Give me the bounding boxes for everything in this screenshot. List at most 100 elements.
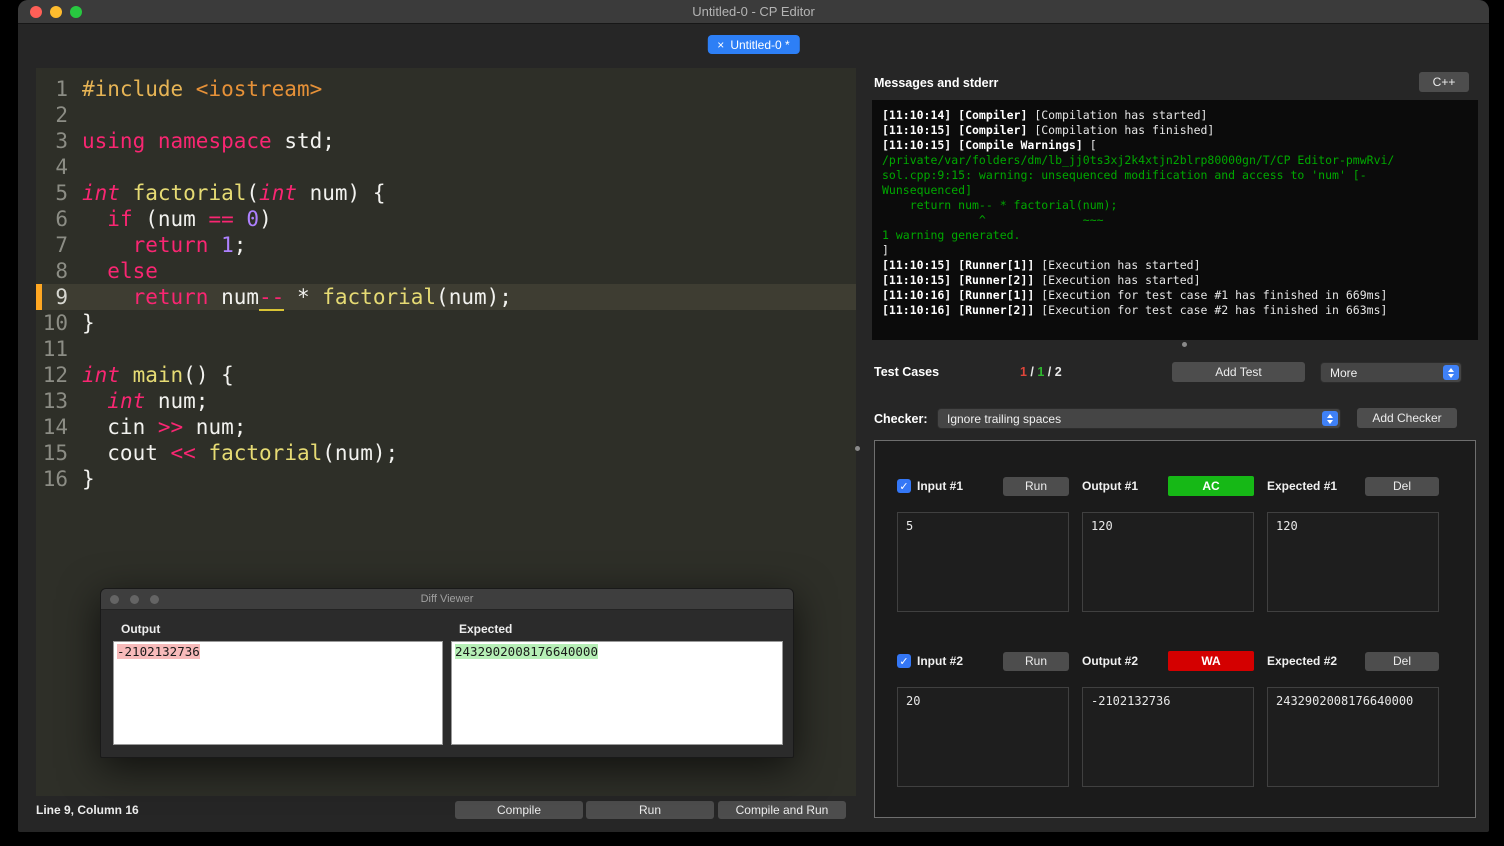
- test-case-2: ✓ Input #2 Run Output #2 WA Expected #2 …: [897, 651, 1440, 787]
- code-line[interactable]: 11: [36, 336, 856, 362]
- line-number: 16: [42, 467, 68, 491]
- code-line[interactable]: 5 int factorial(int num) {: [36, 180, 856, 206]
- expected-1-textarea[interactable]: 120: [1267, 512, 1439, 612]
- expected-2-textarea[interactable]: 2432902008176640000: [1267, 687, 1439, 787]
- compile-and-run-button[interactable]: Compile and Run: [718, 801, 846, 819]
- more-dropdown[interactable]: More: [1320, 362, 1462, 383]
- add-test-button[interactable]: Add Test: [1172, 362, 1305, 382]
- output-1-textarea[interactable]: 120: [1082, 512, 1254, 612]
- messages-header: Messages and stderr: [874, 76, 999, 90]
- diff-viewer-title: Diff Viewer: [420, 593, 474, 605]
- more-dropdown-label: More: [1330, 365, 1358, 380]
- console-line: [11:10:15] [Runner[2]] [Execution has st…: [882, 273, 1201, 287]
- zoom-window-button[interactable]: [70, 6, 82, 18]
- code-area[interactable]: 1 #include <iostream> 2 3 using namespace st…: [36, 68, 856, 492]
- delete-test-2-button[interactable]: Del: [1365, 651, 1439, 671]
- console-line: ^ ~~~: [882, 213, 1104, 227]
- console-output[interactable]: [11:10:14] [Compiler] [Compilation has s…: [872, 100, 1478, 340]
- output-2-label: Output #2: [1082, 654, 1138, 668]
- code-line[interactable]: 14 cin >> num;: [36, 414, 856, 440]
- line-number: 3: [55, 129, 68, 153]
- screen: Untitled-0 - CP Editor × Untitled-0 * 1 #…: [0, 0, 1504, 846]
- code-text: }: [82, 311, 95, 335]
- vertical-splitter-handle[interactable]: [855, 446, 860, 451]
- code-text: #include <iostream>: [82, 77, 323, 101]
- code-text: cout << factorial(num);: [82, 441, 399, 465]
- code-line[interactable]: 9 return num-- * factorial(num);: [36, 284, 856, 311]
- expected-1-label: Expected #1: [1267, 479, 1338, 493]
- title-bar: Untitled-0 - CP Editor: [18, 0, 1489, 24]
- code-line[interactable]: 4: [36, 154, 856, 180]
- run-button[interactable]: Run: [586, 801, 714, 819]
- code-line[interactable]: 12 int main() {: [36, 362, 856, 388]
- diff-close-button[interactable]: [110, 595, 119, 604]
- console-line: [11:10:15] [Compiler] [Compilation has f…: [882, 123, 1215, 137]
- add-checker-button[interactable]: Add Checker: [1357, 408, 1457, 428]
- input-2-label: Input #2: [917, 654, 964, 668]
- code-line[interactable]: 16}: [36, 466, 856, 492]
- input-2-textarea[interactable]: 20: [897, 687, 1069, 787]
- tab-close-icon[interactable]: ×: [717, 39, 724, 51]
- code-line[interactable]: 8 else: [36, 258, 856, 284]
- code-line[interactable]: 7 return 1;: [36, 232, 856, 258]
- run-test-1-button[interactable]: Run: [1003, 476, 1069, 496]
- line-number: 14: [42, 415, 68, 439]
- input-1-checkbox[interactable]: ✓: [897, 479, 911, 493]
- diff-output-label: Output: [121, 622, 161, 636]
- diff-zoom-button[interactable]: [150, 595, 159, 604]
- console-line: ]: [882, 243, 889, 257]
- test-case-1: ✓ Input #1 Run Output #1 AC Expected #1 …: [897, 476, 1440, 612]
- code-text: int main() {: [82, 363, 234, 387]
- diff-viewer-traffic-lights: [110, 595, 159, 604]
- console-line: /private/var/folders/dm/lb_jj0ts3xj2k4xt…: [882, 153, 1395, 167]
- console-line: 1 warning generated.: [882, 228, 1021, 242]
- console-line: return num-- * factorial(num);: [882, 198, 1118, 212]
- code-text: if (num == 0): [107, 207, 272, 231]
- output-1-label: Output #1: [1082, 479, 1138, 493]
- code-line[interactable]: 10}: [36, 310, 856, 336]
- checker-label: Checker:: [874, 412, 928, 426]
- code-line[interactable]: 1 #include <iostream>: [36, 76, 856, 102]
- close-window-button[interactable]: [30, 6, 42, 18]
- test-cases-toolbar: Test Cases 1 / 1 / 2 Add Test More: [872, 362, 1478, 384]
- delete-test-1-button[interactable]: Del: [1365, 476, 1439, 496]
- code-line[interactable]: 3 using namespace std;: [36, 128, 856, 154]
- language-button[interactable]: C++: [1419, 72, 1469, 92]
- line-number: 15: [42, 441, 68, 465]
- console-line: [11:10:16] [Runner[2]] [Execution for te…: [882, 303, 1388, 317]
- tab-label: Untitled-0 *: [730, 37, 790, 52]
- line-number: 1: [55, 77, 68, 101]
- dropdown-arrows-icon: [1443, 365, 1459, 380]
- input-1-label: Input #1: [917, 479, 964, 493]
- test-cases-title: Test Cases: [874, 365, 940, 379]
- diff-viewer-window[interactable]: Diff Viewer Output Expected -2102132736 …: [100, 588, 794, 758]
- diff-expected-value: 2432902008176640000: [455, 644, 598, 659]
- verdict-1-badge: AC: [1168, 476, 1254, 496]
- code-line[interactable]: 6 if (num == 0): [36, 206, 856, 232]
- code-text: cin >> num;: [82, 415, 247, 439]
- diff-minimize-button[interactable]: [130, 595, 139, 604]
- minimize-window-button[interactable]: [50, 6, 62, 18]
- line-number: 12: [42, 363, 68, 387]
- input-2-checkbox[interactable]: ✓: [897, 654, 911, 668]
- diff-expected-label: Expected: [459, 622, 513, 636]
- run-test-2-button[interactable]: Run: [1003, 651, 1069, 671]
- diff-viewer-titlebar[interactable]: Diff Viewer: [101, 589, 793, 610]
- code-text: int num;: [107, 389, 209, 413]
- console-line: [11:10:14] [Compiler] [Compilation has s…: [882, 108, 1208, 122]
- traffic-lights: [30, 6, 82, 18]
- code-line[interactable]: 13 int num;: [36, 388, 856, 414]
- verdict-2-badge: WA: [1168, 651, 1254, 671]
- code-line[interactable]: 15 cout << factorial(num);: [36, 440, 856, 466]
- input-1-textarea[interactable]: 5: [897, 512, 1069, 612]
- horizontal-splitter-handle[interactable]: [1182, 342, 1187, 347]
- code-line[interactable]: 2: [36, 102, 856, 128]
- window-title: Untitled-0 - CP Editor: [692, 4, 815, 19]
- output-2-textarea[interactable]: -2102132736: [1082, 687, 1254, 787]
- checker-dropdown[interactable]: Ignore trailing spaces: [937, 408, 1341, 429]
- test-summary: 1 / 1 / 2: [1020, 365, 1062, 379]
- tab-untitled-0[interactable]: × Untitled-0 *: [707, 35, 800, 54]
- compile-button[interactable]: Compile: [455, 801, 583, 819]
- console-line: Wunsequenced]: [882, 183, 973, 197]
- code-text: int factorial(int num) {: [82, 181, 386, 205]
